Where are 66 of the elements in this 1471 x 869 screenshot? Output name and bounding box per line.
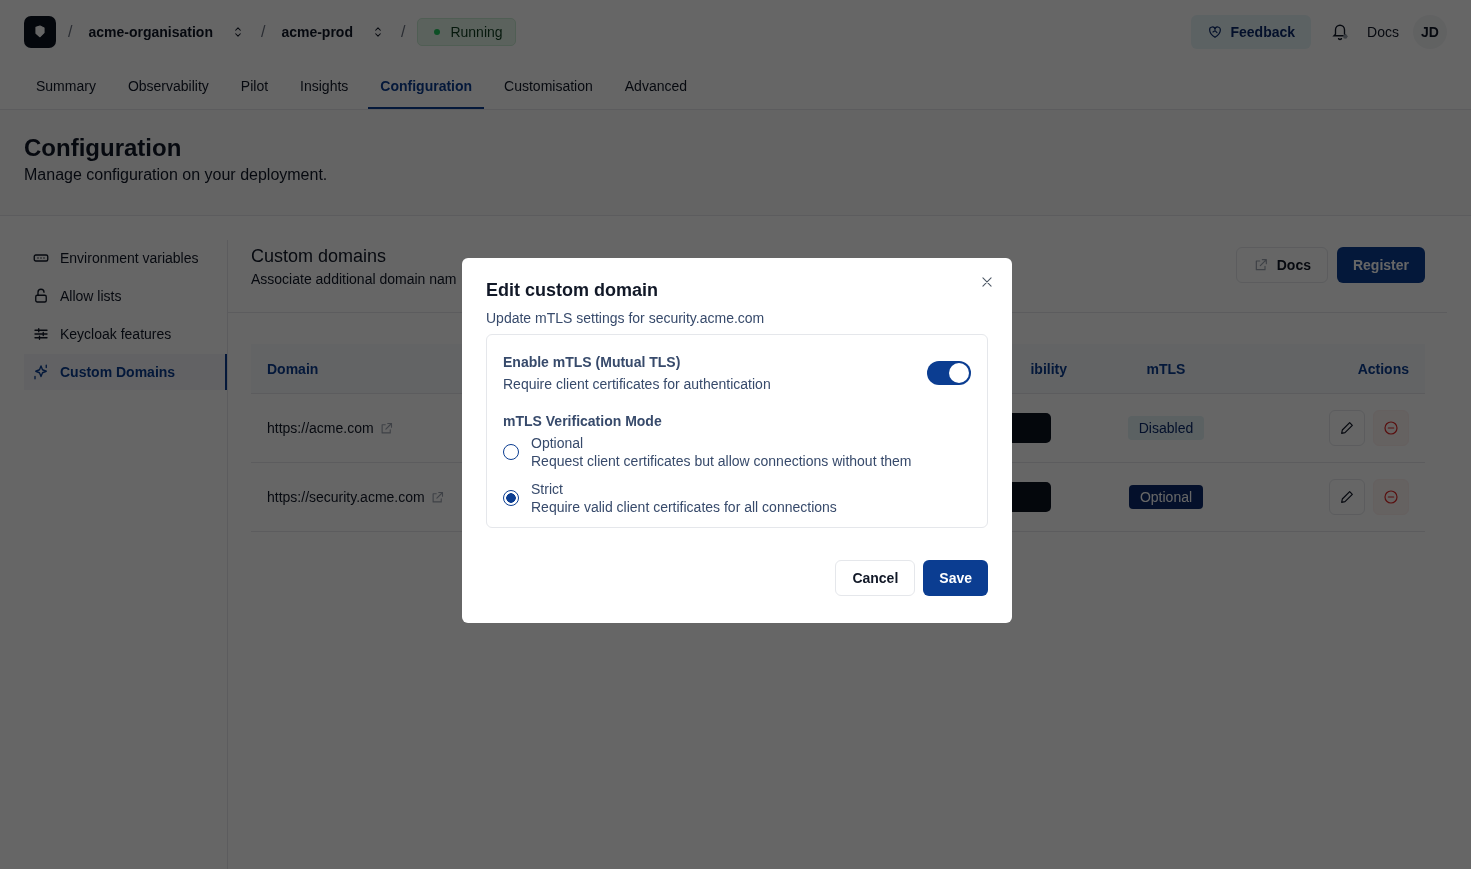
column-header: ibility [1030,360,1067,377]
column-header: Domain [267,360,319,377]
remove-button[interactable] [1373,479,1409,515]
edit-button[interactable] [1329,479,1365,515]
column-header: mTLS [1146,360,1186,377]
toggle-label: Enable mTLS (Mutual TLS) [503,354,682,370]
docs-link[interactable]: Docs [1367,24,1399,40]
mtls-badge: Optional [1128,485,1204,509]
status-dot [434,29,441,35]
mtls-badge: Disabled [1127,416,1205,440]
external-link-icon [378,420,394,436]
tab[interactable]: Customisation [492,64,605,109]
page-title: Configuration [24,134,183,162]
dialog-subtitle: Update mTLS settings for security.acme.com [486,310,766,326]
close-button[interactable] [980,275,994,289]
page-subtitle: Manage configuration on your deployment. [24,166,329,184]
minus-circle-icon [1383,489,1399,505]
tab[interactable]: Observability [115,64,221,109]
minus-circle-icon [1383,420,1399,436]
option-label: Optional [531,435,585,451]
section-subtitle: Associate additional domain nam [251,271,457,287]
close-icon [980,275,994,289]
domain-link[interactable]: https://security.acme.com [267,489,425,505]
edit-button[interactable] [1329,410,1365,446]
tab[interactable]: Pilot [228,64,281,109]
pencil-icon [1339,420,1355,436]
docs-button[interactable]: Docs [1235,247,1328,283]
domain-link[interactable]: https://acme.com [267,420,374,436]
cancel-button[interactable]: Cancel [835,560,916,596]
user-avatar[interactable]: JD [1413,15,1447,49]
register-button[interactable]: Register [1336,247,1425,283]
radio-button[interactable] [503,444,519,460]
section-title: Custom domains [251,246,388,267]
dialog-title: Edit custom domain [486,280,659,301]
sparkles-icon [32,363,50,381]
heart-icon [1206,24,1223,40]
sidebar-item[interactable]: Keycloak features [24,316,227,352]
breadcrumb-separator: / [68,23,73,41]
unlocked-padlock-icon [32,287,50,305]
column-header: Actions [1357,360,1409,377]
tab[interactable]: Summary [24,64,108,109]
external-link-icon [429,489,445,505]
tab[interactable]: Advanced [612,64,700,109]
sliders-icon [32,325,50,343]
remove-button[interactable] [1373,410,1409,446]
notification-bell-icon[interactable] [1331,22,1350,42]
sidebar-item[interactable]: Custom Domains [24,354,227,390]
sidebar-item[interactable]: Allow lists [24,278,227,314]
option-description: Require valid client certificates for all connections [531,499,837,515]
mode-label: mTLS Verification Mode [503,413,663,429]
breadcrumb-switcher[interactable]: acme-prod [277,20,389,44]
sidebar-item[interactable]: Environment variables [24,240,227,276]
pencil-icon [1339,489,1355,505]
tab[interactable]: Insights [288,64,361,109]
toggle-description: Require client certificates for authentication [503,376,771,392]
option-label: Strict [531,481,564,497]
status-label: Running [450,24,503,40]
breadcrumb-separator: / [260,23,266,41]
shield-icon [32,24,48,40]
save-button[interactable]: Save [923,560,988,596]
feedback-button[interactable]: Feedback [1190,15,1312,49]
mtls-toggle[interactable] [927,361,971,385]
option-description: Request client certificates but allow connections without them [531,453,912,469]
breadcrumb-separator: / [400,23,406,41]
breadcrumb-switcher[interactable]: acme-organisation [84,20,249,44]
radio-button[interactable] [503,490,519,506]
